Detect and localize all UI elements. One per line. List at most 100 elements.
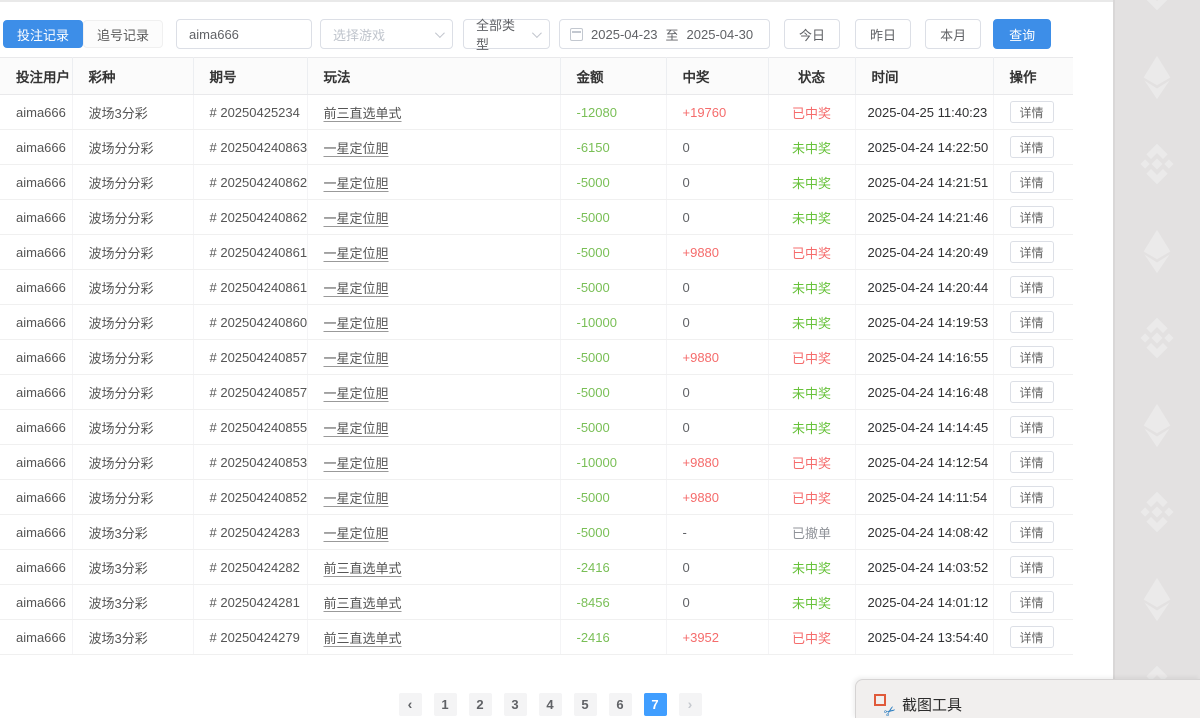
cell-time: 2025-04-24 14:21:51 xyxy=(855,165,993,200)
table-row: aima666波场3分彩# 20250425234前三直选单式-12080+19… xyxy=(0,95,1073,130)
detail-button[interactable]: 详情 xyxy=(1010,451,1054,473)
detail-button[interactable]: 详情 xyxy=(1010,486,1054,508)
pagination-page-7[interactable]: 7 xyxy=(644,693,667,716)
tab-bet-records[interactable]: 投注记录 xyxy=(3,20,83,48)
ethereum-icon xyxy=(1134,54,1180,100)
game-select-value: 选择游戏 xyxy=(333,25,385,44)
detail-button[interactable]: 详情 xyxy=(1010,311,1054,333)
detail-button[interactable]: 详情 xyxy=(1010,346,1054,368)
pagination-page-4[interactable]: 4 xyxy=(539,693,562,716)
cell-win: 0 xyxy=(666,305,768,340)
play-method-link[interactable]: 前三直选单式 xyxy=(324,106,402,121)
cell-amount: -5000 xyxy=(560,375,666,410)
detail-button[interactable]: 详情 xyxy=(1010,626,1054,648)
play-method-link[interactable]: 前三直选单式 xyxy=(324,561,402,576)
cell-status: 已撤单 xyxy=(768,515,855,550)
cell-user: aima666 xyxy=(0,165,72,200)
play-method-link[interactable]: 一星定位胆 xyxy=(324,211,389,226)
cell-period: # 202504240861 xyxy=(193,270,307,305)
cell-win: 0 xyxy=(666,410,768,445)
cell-win: +9880 xyxy=(666,480,768,515)
play-method-link[interactable]: 一星定位胆 xyxy=(324,491,389,506)
pagination-prev-button[interactable]: ‹ xyxy=(399,693,422,716)
detail-button[interactable]: 详情 xyxy=(1010,171,1054,193)
cell-time: 2025-04-24 14:12:54 xyxy=(855,445,993,480)
cell-user: aima666 xyxy=(0,130,72,165)
cell-status: 未中奖 xyxy=(768,375,855,410)
cell-user: aima666 xyxy=(0,305,72,340)
screen: 投注记录 追号记录 选择游戏 全部类型 2025-04-23 至 2025-04… xyxy=(0,0,1200,718)
cell-status: 未中奖 xyxy=(768,410,855,445)
cell-period: # 202504240860 xyxy=(193,305,307,340)
detail-button[interactable]: 详情 xyxy=(1010,556,1054,578)
cell-play: 前三直选单式 xyxy=(307,550,560,585)
cell-play: 一星定位胆 xyxy=(307,340,560,375)
cell-operation: 详情 xyxy=(993,200,1073,235)
play-method-link[interactable]: 前三直选单式 xyxy=(324,631,402,646)
cell-user: aima666 xyxy=(0,410,72,445)
table-row: aima666波场分分彩# 202504240863一星定位胆-61500未中奖… xyxy=(0,130,1073,165)
table-row: aima666波场分分彩# 202504240862一星定位胆-50000未中奖… xyxy=(0,165,1073,200)
cell-operation: 详情 xyxy=(993,620,1073,655)
date-range-picker[interactable]: 2025-04-23 至 2025-04-30 xyxy=(559,19,770,49)
cell-user: aima666 xyxy=(0,200,72,235)
date-start-value: 2025-04-23 xyxy=(591,27,658,42)
yesterday-button[interactable]: 昨日 xyxy=(855,19,911,49)
pagination-page-6[interactable]: 6 xyxy=(609,693,632,716)
cell-time: 2025-04-24 14:19:53 xyxy=(855,305,993,340)
cell-win: - xyxy=(666,515,768,550)
cell-period: # 202504240852 xyxy=(193,480,307,515)
cell-user: aima666 xyxy=(0,550,72,585)
play-method-link[interactable]: 一星定位胆 xyxy=(324,421,389,436)
table-row: aima666波场3分彩# 20250424283一星定位胆-5000-已撤单2… xyxy=(0,515,1073,550)
cell-time: 2025-04-24 14:14:45 xyxy=(855,410,993,445)
cell-period: # 202504240857 xyxy=(193,375,307,410)
cell-play: 一星定位胆 xyxy=(307,235,560,270)
username-input[interactable] xyxy=(176,19,312,49)
play-method-link[interactable]: 一星定位胆 xyxy=(324,176,389,191)
play-method-link[interactable]: 一星定位胆 xyxy=(324,386,389,401)
cell-status: 已中奖 xyxy=(768,235,855,270)
play-method-link[interactable]: 一星定位胆 xyxy=(324,351,389,366)
detail-button[interactable]: 详情 xyxy=(1010,416,1054,438)
detail-button[interactable]: 详情 xyxy=(1010,241,1054,263)
pagination-page-1[interactable]: 1 xyxy=(434,693,457,716)
table-row: aima666波场3分彩# 20250424282前三直选单式-24160未中奖… xyxy=(0,550,1073,585)
detail-button[interactable]: 详情 xyxy=(1010,276,1054,298)
detail-button[interactable]: 详情 xyxy=(1010,381,1054,403)
cell-period: # 20250424282 xyxy=(193,550,307,585)
detail-button[interactable]: 详情 xyxy=(1010,101,1054,123)
play-method-link[interactable]: 一星定位胆 xyxy=(324,281,389,296)
cell-time: 2025-04-24 14:03:52 xyxy=(855,550,993,585)
play-method-link[interactable]: 前三直选单式 xyxy=(324,596,402,611)
cell-operation: 详情 xyxy=(993,585,1073,620)
game-select[interactable]: 选择游戏 xyxy=(320,19,453,49)
cell-user: aima666 xyxy=(0,235,72,270)
month-button[interactable]: 本月 xyxy=(925,19,981,49)
play-method-link[interactable]: 一星定位胆 xyxy=(324,246,389,261)
bet-records-table: 投注用户彩种期号玩法金额中奖状态时间操作 aima666波场3分彩# 20250… xyxy=(0,57,1073,655)
today-button[interactable]: 今日 xyxy=(784,19,840,49)
play-method-link[interactable]: 一星定位胆 xyxy=(324,456,389,471)
detail-button[interactable]: 详情 xyxy=(1010,206,1054,228)
cell-amount: -5000 xyxy=(560,340,666,375)
query-button[interactable]: 查询 xyxy=(993,19,1051,49)
tab-chase-records[interactable]: 追号记录 xyxy=(83,20,163,48)
cell-time: 2025-04-24 14:16:55 xyxy=(855,340,993,375)
snipping-tool-window[interactable]: ✂ 截图工具 xyxy=(855,679,1200,718)
detail-button[interactable]: 详情 xyxy=(1010,136,1054,158)
play-method-link[interactable]: 一星定位胆 xyxy=(324,526,389,541)
date-separator: 至 xyxy=(666,25,679,44)
binance-icon xyxy=(1134,141,1180,187)
pagination-page-2[interactable]: 2 xyxy=(469,693,492,716)
cell-lottery: 波场分分彩 xyxy=(72,340,193,375)
cell-amount: -5000 xyxy=(560,480,666,515)
detail-button[interactable]: 详情 xyxy=(1010,591,1054,613)
pagination-page-5[interactable]: 5 xyxy=(574,693,597,716)
cell-period: # 202504240862 xyxy=(193,200,307,235)
type-select[interactable]: 全部类型 xyxy=(463,19,550,49)
detail-button[interactable]: 详情 xyxy=(1010,521,1054,543)
pagination-page-3[interactable]: 3 xyxy=(504,693,527,716)
play-method-link[interactable]: 一星定位胆 xyxy=(324,316,389,331)
play-method-link[interactable]: 一星定位胆 xyxy=(324,141,389,156)
